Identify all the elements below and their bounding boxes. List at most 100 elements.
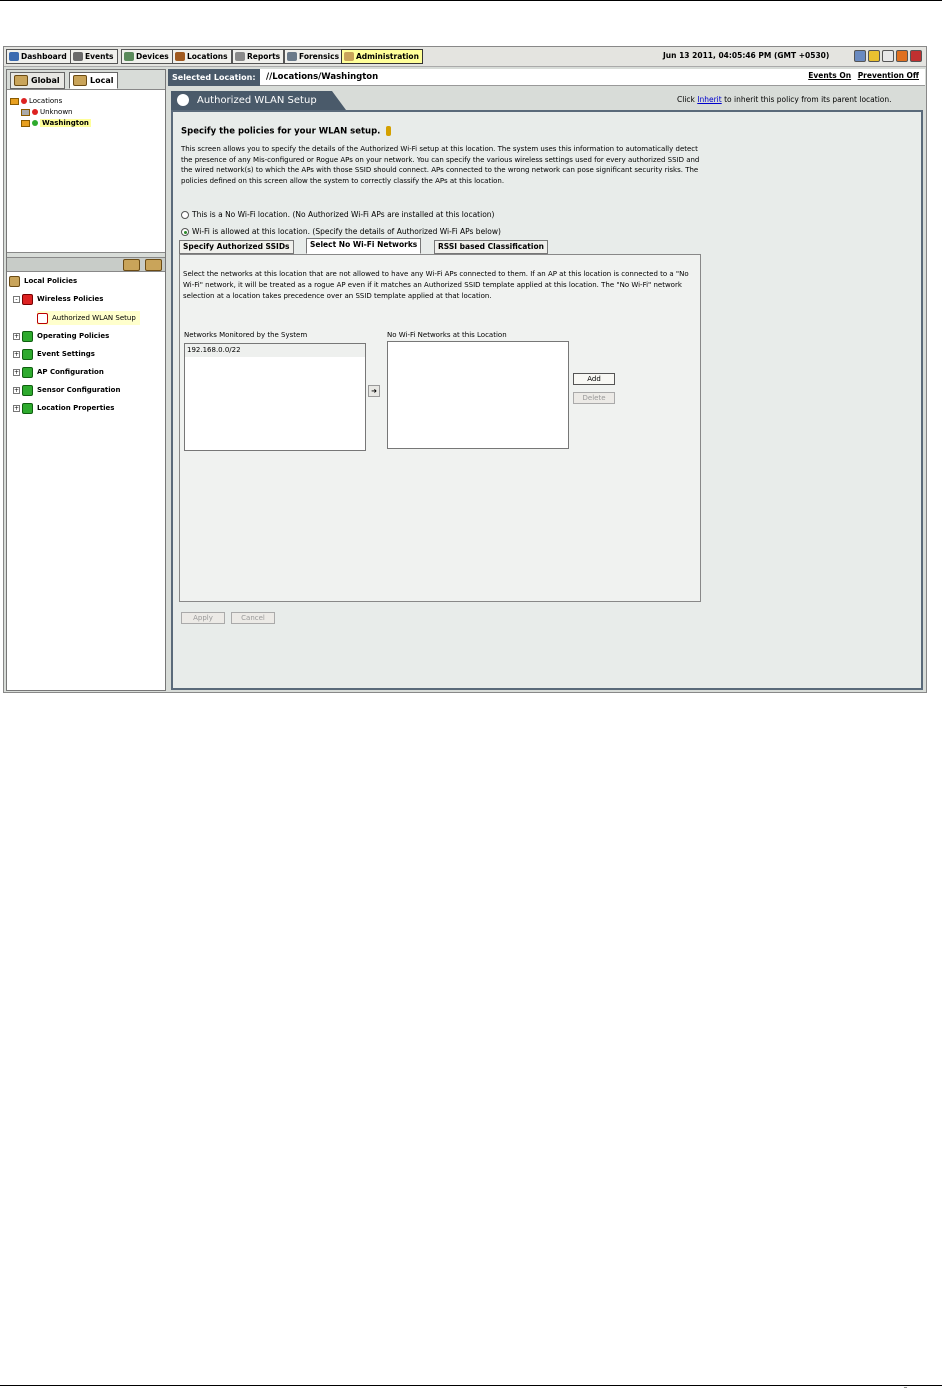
radio-button[interactable]	[181, 228, 189, 236]
document-bottom-rule	[0, 1385, 942, 1386]
policy-form: Specify the policies for your WLAN setup…	[171, 110, 923, 690]
page-title: Authorized WLAN Setup	[197, 95, 317, 106]
monitored-networks-list[interactable]: 192.168.0.0/22	[184, 343, 366, 451]
administration-button[interactable]: Administration	[341, 49, 423, 64]
tab-global[interactable]: Global	[10, 72, 65, 89]
selected-location-label: Selected Location:	[168, 69, 260, 86]
tab-no-wifi-networks[interactable]: Select No Wi-Fi Networks	[306, 238, 422, 254]
tab-rssi-classification[interactable]: RSSI based Classification	[434, 240, 548, 254]
expand-icon[interactable]: +	[13, 332, 20, 340]
refresh-icon[interactable]	[854, 50, 866, 62]
tree-item-ap-configuration[interactable]: + AP Configuration	[13, 365, 104, 379]
delete-button[interactable]: Delete	[573, 392, 615, 404]
forensics-button[interactable]: Forensics	[284, 49, 344, 64]
local-icon	[73, 75, 87, 86]
tree-item-local-policies[interactable]: Local Policies	[9, 274, 77, 288]
selected-location-path: //Locations/Washington	[266, 72, 379, 82]
shield-icon[interactable]	[896, 50, 908, 62]
policy-icon	[22, 366, 33, 378]
global-icon	[14, 75, 28, 86]
location-tree: Locations Unknown Washington	[7, 92, 165, 250]
no-wifi-networks-list[interactable]	[387, 341, 569, 449]
tree-item-washington[interactable]: Washington	[21, 118, 91, 129]
info-icon	[386, 126, 392, 136]
location-icon	[21, 108, 30, 116]
prevention-off-link[interactable]: Prevention Off	[858, 71, 919, 80]
reports-icon	[235, 52, 245, 61]
location-bar: Selected Location: //Locations/Washingto…	[168, 69, 925, 86]
tree-item-locations[interactable]: Locations	[10, 96, 62, 107]
expand-icon[interactable]: +	[13, 368, 20, 376]
collapse-all-icon[interactable]	[145, 259, 162, 271]
arrow-right-icon: ➜	[371, 387, 377, 395]
tree-item-wireless-policies[interactable]: - Wireless Policies	[13, 292, 103, 306]
dashboard-icon	[9, 52, 19, 61]
help-icon[interactable]	[868, 50, 880, 62]
no-wifi-networks-panel: Select the networks at this location tha…	[179, 254, 701, 602]
apply-button[interactable]: Apply	[181, 612, 225, 624]
no-wifi-networks-label: No Wi-Fi Networks at this Location	[387, 331, 507, 339]
list-icon[interactable]	[882, 50, 894, 62]
status-dot-icon	[32, 109, 38, 115]
events-on-link[interactable]: Events On	[808, 71, 851, 80]
folder-icon	[10, 97, 19, 105]
page-title-tab: Authorized WLAN Setup	[171, 91, 346, 110]
toolbar-icons	[854, 50, 924, 63]
tree-item-sensor-configuration[interactable]: + Sensor Configuration	[13, 383, 120, 397]
list-item[interactable]: 192.168.0.0/22	[185, 344, 365, 357]
forensics-icon	[287, 52, 297, 61]
monitored-networks-label: Networks Monitored by the System	[184, 331, 308, 339]
lock-icon	[177, 94, 189, 106]
form-description: This screen allows you to specify the de…	[181, 145, 700, 185]
events-icon	[73, 52, 83, 61]
collapse-icon[interactable]: -	[13, 295, 20, 303]
tree-item-location-properties[interactable]: + Location Properties	[13, 401, 114, 415]
content-area: Authorized WLAN Setup Click Inherit to i…	[169, 89, 925, 692]
scope-tabs: Global Local	[7, 70, 165, 90]
status-links: Events On Prevention Off	[804, 71, 919, 80]
document-icon	[37, 312, 48, 324]
policy-icon	[22, 330, 33, 342]
radio-button[interactable]	[181, 211, 189, 219]
form-heading: Specify the policies for your WLAN setup…	[181, 126, 392, 137]
move-right-button[interactable]: ➜	[368, 385, 380, 397]
tab-local[interactable]: Local	[69, 72, 119, 89]
dashboard-button[interactable]: Dashboard	[6, 49, 71, 64]
tree-item-authorized-wlan-setup[interactable]: Authorized WLAN Setup	[37, 311, 140, 325]
radio-no-wifi[interactable]: This is a No Wi-Fi location. (No Authori…	[181, 210, 494, 219]
devices-button[interactable]: Devices	[121, 49, 173, 64]
expand-icon[interactable]: +	[13, 404, 20, 412]
administration-icon	[344, 52, 354, 61]
logout-icon[interactable]	[910, 50, 922, 62]
page-number: _	[904, 1381, 907, 1388]
events-button[interactable]: Events	[70, 49, 118, 64]
expand-all-icon[interactable]	[123, 259, 140, 271]
tree-item-event-settings[interactable]: + Event Settings	[13, 347, 95, 361]
radio-wifi-allowed[interactable]: Wi-Fi is allowed at this location. (Spec…	[181, 227, 501, 236]
reports-button[interactable]: Reports	[232, 49, 285, 64]
main-toolbar: Dashboard Events Devices Locations Repor…	[4, 47, 926, 67]
policy-tree: Local Policies - Wireless Policies Author…	[7, 274, 165, 674]
cancel-button[interactable]: Cancel	[231, 612, 275, 624]
book-icon	[9, 275, 20, 287]
tree-item-operating-policies[interactable]: + Operating Policies	[13, 329, 109, 343]
inherit-link[interactable]: Inherit	[697, 95, 721, 104]
navigation-panel: Global Local Locations Unknown Washingto…	[6, 69, 166, 691]
expand-icon[interactable]: +	[13, 350, 20, 358]
policy-icon	[22, 384, 33, 396]
policy-icon	[22, 348, 33, 360]
inherit-note: Click Inherit to inherit this policy fro…	[677, 95, 892, 104]
document-top-rule	[0, 0, 942, 1]
locations-icon	[175, 52, 185, 61]
policy-header	[7, 258, 165, 272]
status-dot-icon	[21, 98, 27, 104]
tab-authorized-ssids[interactable]: Specify Authorized SSIDs	[179, 240, 294, 254]
app-screenshot: Dashboard Events Devices Locations Repor…	[3, 46, 927, 693]
add-button[interactable]: Add	[573, 373, 615, 385]
policy-icon	[22, 293, 33, 305]
locations-button[interactable]: Locations	[172, 49, 232, 64]
tree-item-unknown[interactable]: Unknown	[21, 107, 73, 118]
devices-icon	[124, 52, 134, 61]
location-icon	[21, 119, 30, 127]
expand-icon[interactable]: +	[13, 386, 20, 394]
